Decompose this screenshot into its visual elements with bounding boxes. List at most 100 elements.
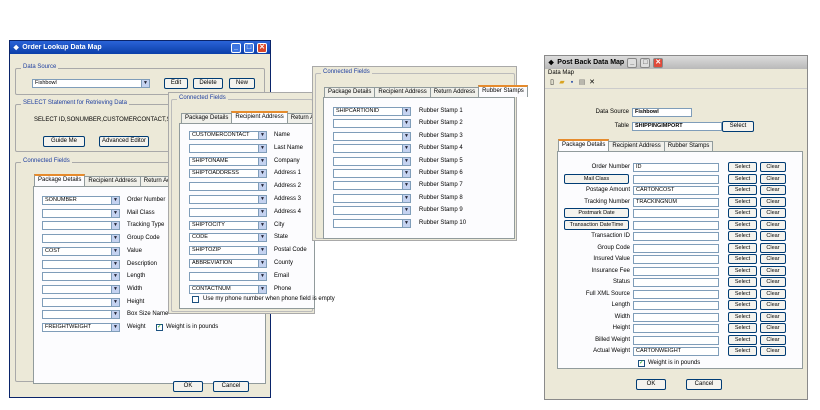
clear-button[interactable]: Clear: [760, 173, 786, 184]
field-select[interactable]: ▼: [189, 271, 267, 281]
field-select[interactable]: ABBREVIATION ▼: [189, 259, 267, 268]
field-input[interactable]: CARTONCOST: [633, 186, 719, 195]
chevron-down-icon[interactable]: ▼: [258, 132, 266, 139]
field-select[interactable]: COST ▼: [42, 246, 120, 256]
field-select[interactable]: ▼: [42, 310, 120, 320]
clear-button[interactable]: Clear: [760, 334, 786, 345]
field-select[interactable]: ▼: [42, 208, 120, 218]
close-icon[interactable]: ✕: [257, 42, 267, 53]
chevron-down-icon[interactable]: ▼: [258, 183, 266, 191]
select-button[interactable]: Select: [728, 242, 757, 253]
field-select[interactable]: ▼: [42, 284, 120, 294]
field-select[interactable]: SHIPTOCITY ▼: [189, 220, 267, 230]
select-button[interactable]: Select: [728, 300, 757, 310]
chevron-down-icon[interactable]: ▼: [258, 247, 266, 255]
select-button[interactable]: Select: [728, 254, 757, 264]
tab-package-details[interactable]: Package Details: [34, 174, 86, 186]
close-icon[interactable]: ✕: [653, 57, 664, 68]
field-select[interactable]: ▼: [189, 207, 267, 217]
chevron-down-icon[interactable]: ▼: [258, 208, 266, 216]
field-input[interactable]: [633, 324, 719, 333]
select-button[interactable]: Select: [728, 196, 757, 207]
field-button[interactable]: Postmark Date: [564, 208, 629, 218]
field-input[interactable]: [633, 220, 719, 230]
select-button[interactable]: Select: [728, 277, 757, 287]
new-button[interactable]: New: [229, 78, 255, 89]
advanced-editor-button[interactable]: Advanced Editor: [99, 136, 149, 147]
chevron-down-icon[interactable]: ▼: [258, 170, 266, 178]
tab-recipient-address[interactable]: Recipient Address: [374, 87, 431, 97]
field-select[interactable]: SHIPTOZIP ▼: [189, 246, 267, 256]
field-select[interactable]: ▼: [42, 234, 120, 244]
select-button[interactable]: Select: [728, 288, 757, 299]
field-input[interactable]: [633, 301, 719, 310]
data-source-field[interactable]: Fishbowl: [632, 108, 692, 117]
title-bar[interactable]: ❖ Order Lookup Data Map _ □ ✕: [10, 41, 270, 54]
ok-button[interactable]: OK: [636, 379, 666, 390]
tab-package-details[interactable]: Package Details: [558, 139, 610, 151]
chevron-down-icon[interactable]: ▼: [402, 132, 410, 140]
field-select[interactable]: ▼: [42, 259, 120, 269]
field-input[interactable]: [633, 266, 719, 276]
table-select-button[interactable]: Select: [722, 121, 754, 132]
tab-return-address[interactable]: Return Address: [429, 87, 480, 97]
tab-package-details[interactable]: Package Details: [324, 87, 376, 97]
chevron-down-icon[interactable]: ▼: [402, 194, 410, 202]
field-select[interactable]: CONTACTNUM ▼: [189, 284, 267, 294]
maximize-icon[interactable]: □: [244, 42, 254, 53]
chevron-down-icon[interactable]: ▼: [141, 80, 149, 87]
chevron-down-icon[interactable]: ▼: [111, 235, 119, 243]
clear-button[interactable]: Clear: [760, 162, 786, 172]
field-select[interactable]: ▼: [333, 119, 411, 129]
chevron-down-icon[interactable]: ▼: [402, 108, 410, 115]
minimize-icon[interactable]: _: [231, 42, 241, 53]
data-source-select[interactable]: Fishbowl ▼: [32, 79, 150, 88]
chevron-down-icon[interactable]: ▼: [111, 197, 119, 204]
tab-recipient-address[interactable]: Recipient Address: [608, 141, 665, 151]
chevron-down-icon[interactable]: ▼: [258, 272, 266, 280]
ok-button[interactable]: OK: [173, 381, 203, 392]
delete-icon[interactable]: ✕: [588, 79, 596, 87]
clear-button[interactable]: Clear: [760, 219, 786, 230]
field-input[interactable]: [633, 232, 719, 241]
chevron-down-icon[interactable]: ▼: [111, 260, 119, 268]
field-select[interactable]: ▼: [189, 182, 267, 192]
tab-package-details[interactable]: Package Details: [181, 113, 233, 123]
field-input[interactable]: [633, 209, 719, 218]
chevron-down-icon[interactable]: ▼: [258, 234, 266, 242]
properties-icon[interactable]: ▤: [578, 79, 586, 87]
chevron-down-icon[interactable]: ▼: [111, 222, 119, 230]
clear-button[interactable]: Clear: [760, 346, 786, 356]
select-button[interactable]: Select: [728, 334, 757, 345]
tab-rubber-stamps[interactable]: Rubber Stamps: [663, 141, 714, 151]
menu-data-map[interactable]: Data Map: [548, 70, 574, 76]
field-select[interactable]: ▼: [333, 144, 411, 154]
edit-button[interactable]: Edit: [164, 78, 188, 89]
weight-checkbox[interactable]: ✓: [638, 360, 645, 367]
chevron-down-icon[interactable]: ▼: [402, 120, 410, 128]
field-button[interactable]: Mail Class: [564, 173, 629, 184]
field-input[interactable]: CARTONWEIGHT: [633, 347, 719, 356]
field-select[interactable]: ▼: [333, 181, 411, 191]
chevron-down-icon[interactable]: ▼: [258, 260, 266, 267]
table-field[interactable]: SHIPPINGIMPORT: [632, 122, 722, 131]
field-input[interactable]: ID: [633, 163, 719, 172]
select-button[interactable]: Select: [728, 265, 757, 276]
field-select[interactable]: CUSTOMERCONTACT ▼: [189, 131, 267, 140]
clear-button[interactable]: Clear: [760, 288, 786, 299]
select-button[interactable]: Select: [728, 346, 757, 356]
field-input[interactable]: [633, 255, 719, 264]
chevron-down-icon[interactable]: ▼: [111, 311, 119, 319]
chevron-down-icon[interactable]: ▼: [111, 209, 119, 217]
select-button[interactable]: Select: [728, 208, 757, 218]
clear-button[interactable]: Clear: [760, 231, 786, 241]
chevron-down-icon[interactable]: ▼: [402, 145, 410, 153]
chevron-down-icon[interactable]: ▼: [258, 157, 266, 165]
field-select[interactable]: SHIPCARTIONID ▼: [333, 107, 411, 116]
field-input[interactable]: [633, 174, 719, 184]
tab-rubber-stamps[interactable]: Rubber Stamps: [478, 85, 528, 97]
clear-button[interactable]: Clear: [760, 185, 786, 195]
clear-button[interactable]: Clear: [760, 311, 786, 322]
select-button[interactable]: Select: [728, 311, 757, 322]
field-select[interactable]: FREIGHTWEIGHT ▼: [42, 323, 120, 332]
